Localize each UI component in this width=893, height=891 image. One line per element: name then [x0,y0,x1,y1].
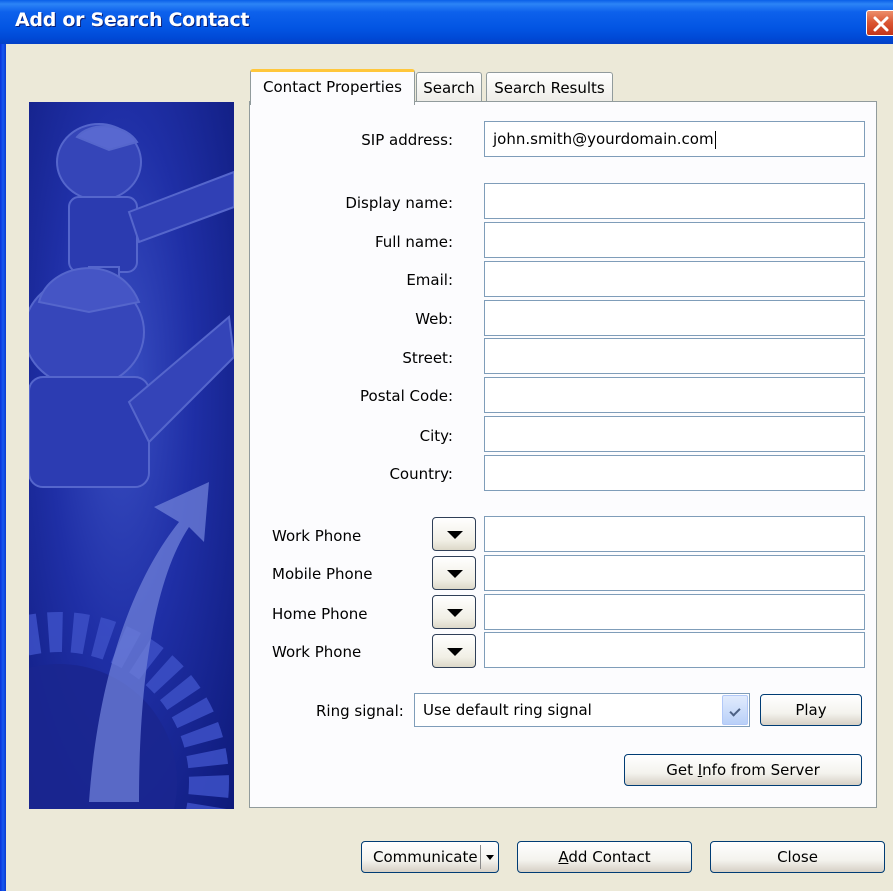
city-field[interactable] [484,416,865,452]
play-button[interactable]: Play [760,694,862,726]
mobile-phone-type-dropdown[interactable] [432,556,476,590]
mobile-phone-field[interactable] [484,555,865,591]
sip-address-input[interactable]: john.smith@yourdomain.com [484,121,865,157]
window-border [0,0,6,891]
postal-code-label: Postal Code: [360,387,453,405]
home-phone-label: Home Phone [272,605,368,623]
home-phone-field[interactable] [484,594,865,630]
ring-signal-select[interactable]: Use default ring signal [414,693,750,727]
work-phone-field[interactable] [484,516,865,552]
chevron-down-icon[interactable] [486,855,494,860]
display-name-label: Display name: [345,194,453,212]
ring-signal-value: Use default ring signal [423,701,592,719]
title-bar[interactable]: Add or Search Contact [0,0,893,44]
tab-search[interactable]: Search [416,72,482,104]
text-caret [714,130,716,149]
street-label: Street: [402,349,453,367]
ring-signal-label: Ring signal: [316,702,404,720]
close-button[interactable]: Close [710,841,885,873]
work-phone-type-dropdown[interactable] [432,517,476,551]
sip-address-label: SIP address: [361,131,453,149]
city-label: City: [419,427,453,445]
display-name-field[interactable] [484,183,865,219]
split-button-divider [480,845,481,869]
add-contact-label-suffix: dd Contact [568,848,651,866]
full-name-label: Full name: [374,233,453,251]
get-info-from-server-button[interactable]: Get Info from Server [624,754,862,786]
sip-address-value: john.smith@yourdomain.com [493,130,714,148]
dialog-window: Add or Search Contact Contact Properties… [0,0,893,891]
add-contact-label-mnemonic: A [558,848,569,866]
web-field[interactable] [484,300,865,336]
street-field[interactable] [484,338,865,374]
country-label: Country: [389,465,453,483]
work-phone-label: Work Phone [272,527,362,545]
window-title: Add or Search Contact [15,9,250,31]
get-info-label-suffix: nfo from Server [702,761,820,779]
email-field[interactable] [484,261,865,297]
home-phone-type-dropdown[interactable] [432,595,476,629]
get-info-label-prefix: Get [666,761,698,779]
postal-code-field[interactable] [484,377,865,413]
communicate-split-button[interactable]: Communicate [361,841,499,873]
web-label: Web: [415,310,453,328]
mobile-phone-label: Mobile Phone [272,565,373,583]
add-contact-button[interactable]: Add Contact [517,841,692,873]
banner-illustration [29,102,234,809]
chevron-down-icon[interactable] [722,695,748,725]
full-name-field[interactable] [484,222,865,258]
tab-contact-properties[interactable]: Contact Properties [250,69,415,105]
person-icon [29,267,234,488]
tab-search-results[interactable]: Search Results [486,72,613,104]
work-phone-2-type-dropdown[interactable] [432,634,476,668]
work-phone-2-label: Work Phone [272,643,362,661]
email-label: Email: [406,271,453,289]
communicate-label: Communicate [373,848,478,866]
close-window-button[interactable] [866,10,893,36]
country-field[interactable] [484,455,865,491]
work-phone-2-field[interactable] [484,632,865,668]
